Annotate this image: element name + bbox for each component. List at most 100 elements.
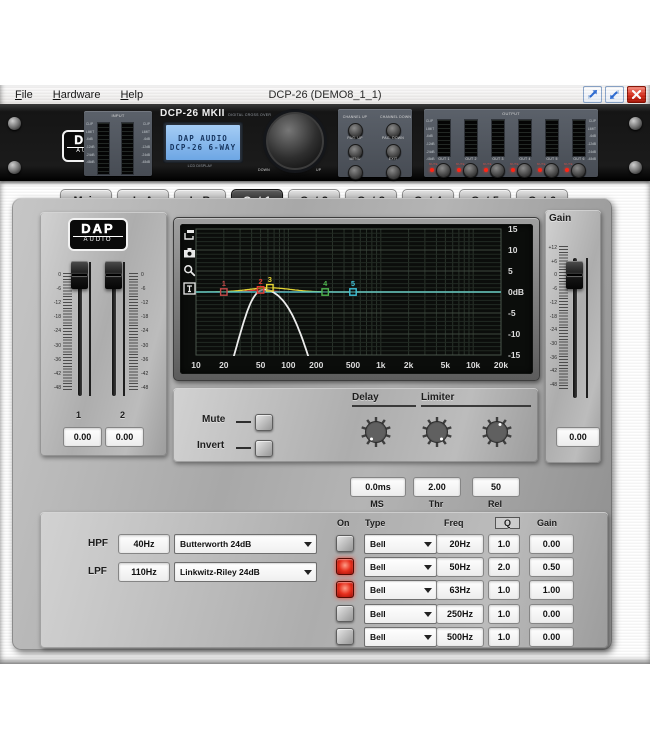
scale-label: +12 xyxy=(548,245,557,251)
eq-marker-2[interactable] xyxy=(256,286,265,294)
y-axis-label: -15 xyxy=(508,350,521,360)
eq-gain-value-1[interactable]: 0.00 xyxy=(529,534,574,554)
meter-scale-label: LIMIT xyxy=(587,126,596,131)
fader-1-handle[interactable] xyxy=(71,261,88,289)
scale-label: 0 xyxy=(141,272,144,278)
eq-type-dropdown-5[interactable]: Bell xyxy=(364,626,437,647)
mute-button[interactable] xyxy=(255,414,273,431)
invert-dash xyxy=(236,447,251,449)
y-axis-label: 10 xyxy=(508,245,518,255)
eq-header-gain: Gain xyxy=(537,518,558,528)
eq-marker-4[interactable] xyxy=(321,288,330,296)
x-axis-label: 500 xyxy=(346,360,360,370)
scale-label: -48 xyxy=(53,384,61,391)
fader-2-handle[interactable] xyxy=(105,261,122,289)
meter-scale-label: CLIP xyxy=(426,119,434,123)
layers-icon[interactable] xyxy=(183,228,196,241)
panel-dap-logo: DAP AUDIO xyxy=(68,218,128,251)
meter-scale-label: -12dB xyxy=(141,145,150,150)
meter-scale-label: -12dB xyxy=(86,145,95,150)
readout-ms-value[interactable]: 0.0ms xyxy=(350,477,406,497)
eq-gain-value-5[interactable]: 0.00 xyxy=(529,626,574,647)
eq-q-value-4[interactable]: 1.0 xyxy=(488,603,520,624)
gain-value[interactable]: 0.00 xyxy=(556,427,600,447)
magnifier-icon[interactable] xyxy=(183,264,196,277)
eq-type-dropdown-2[interactable]: Bell xyxy=(364,557,437,578)
scale-label: -12 xyxy=(549,299,557,306)
readout-thr-label: Thr xyxy=(428,499,444,509)
fader-2-ticks xyxy=(129,273,138,392)
x-axis-label: 5k xyxy=(441,360,451,370)
text-tool-icon[interactable] xyxy=(183,282,196,295)
eq-marker-1[interactable] xyxy=(219,288,228,296)
camera-icon[interactable] xyxy=(183,246,196,259)
limiter-threshold-knob[interactable] xyxy=(420,415,454,454)
invert-button[interactable] xyxy=(255,440,273,457)
rack-model: DCP-26 MKII DIGITAL CROSS OVER xyxy=(160,108,272,119)
hpf-freq-value[interactable]: 40Hz xyxy=(118,534,170,554)
eq-freq-value-5[interactable]: 500Hz xyxy=(436,626,484,647)
rack-buttons-section: CHANNEL UP CHANNEL DOWN PAG. UP PAG. DOWN ME… xyxy=(338,109,412,180)
output-mute-button-6 xyxy=(571,163,586,178)
eq-on-button-5[interactable] xyxy=(336,627,354,645)
eq-freq-value-2[interactable]: 50Hz xyxy=(436,557,484,578)
eq-type-dropdown-4[interactable]: Bell xyxy=(364,603,437,624)
lpf-label: LPF xyxy=(88,566,107,577)
eq-q-value-3[interactable]: 1.0 xyxy=(488,580,520,601)
scale-label: -42 xyxy=(53,370,61,377)
rack-jog-knob xyxy=(266,112,324,170)
scale-label: -18 xyxy=(53,314,61,321)
readout-thr-value[interactable]: 2.00 xyxy=(413,477,461,497)
eq-on-button-4[interactable] xyxy=(336,604,354,622)
scale-label: -24 xyxy=(549,327,557,334)
eq-gain-value-2[interactable]: 0.50 xyxy=(529,557,574,578)
eq-freq-value-1[interactable]: 20Hz xyxy=(436,534,484,554)
scale-label: -30 xyxy=(141,342,149,349)
graph-frame: 1 2 3 4 5 15 10 5 0dB -5 -10 -15 10 20 50 100 200 500 1k 2k… xyxy=(173,217,540,381)
gain-fader-rail xyxy=(586,258,588,398)
eq-on-button-2[interactable] xyxy=(336,558,354,576)
limiter-underline xyxy=(421,405,531,407)
scale-label: -24 xyxy=(141,328,149,335)
x-axis-label: 20 xyxy=(219,360,229,370)
meter-scale-label: -12dB xyxy=(587,142,596,147)
readout-rel-label: Rel xyxy=(487,499,502,509)
rack-screw xyxy=(629,161,642,174)
readout-rel-value[interactable]: 50 xyxy=(472,477,520,497)
lpf-type-dropdown[interactable]: Linkwitz-Riley 24dB xyxy=(174,562,317,582)
delay-knob[interactable] xyxy=(359,415,393,454)
eq-gain-value-3[interactable]: 1.00 xyxy=(529,580,574,601)
eq-type-dropdown-1[interactable]: Bell xyxy=(364,534,437,554)
channel-2-gain-value[interactable]: 0.00 xyxy=(105,427,144,447)
eq-on-button-1[interactable] xyxy=(336,535,354,552)
hpf-type-dropdown[interactable]: Butterworth 24dB xyxy=(174,534,317,554)
output-mute-led xyxy=(538,168,542,172)
eq-marker-5[interactable] xyxy=(349,288,357,296)
scale-label: -6 xyxy=(56,286,61,293)
eq-freq-value-3[interactable]: 63Hz xyxy=(436,580,484,601)
gain-fader-handle[interactable] xyxy=(566,261,583,289)
scale-label: -6 xyxy=(552,286,557,293)
frequency-response-graph[interactable]: 1 2 3 4 5 15 10 5 0dB -5 -10 -15 10 20 50 100 200 500 1k 2k… xyxy=(180,224,533,374)
eq-freq-value-4[interactable]: 250Hz xyxy=(436,603,484,624)
eq-q-value-2[interactable]: 2.0 xyxy=(488,557,520,578)
lpf-freq-value[interactable]: 110Hz xyxy=(118,562,170,582)
delay-label: Delay xyxy=(352,392,379,403)
eq-marker-3[interactable] xyxy=(265,283,274,292)
scale-label: -36 xyxy=(53,356,61,363)
eq-type-dropdown-3[interactable]: Bell xyxy=(364,580,437,601)
y-axis-label: 15 xyxy=(508,224,518,234)
y-axis-label: -5 xyxy=(508,308,516,318)
eq-q-value-1[interactable]: 1.0 xyxy=(488,534,520,554)
meter-scale-label: -48dB xyxy=(141,160,150,165)
eq-gain-value-4[interactable]: 0.00 xyxy=(529,603,574,624)
x-axis-label: 10k xyxy=(466,360,480,370)
eq-q-value-5[interactable]: 1.0 xyxy=(488,626,520,647)
eq-on-button-3[interactable] xyxy=(336,581,354,599)
output-meter-5 xyxy=(545,119,559,157)
channel-1-gain-value[interactable]: 0.00 xyxy=(63,427,102,447)
output-mute-led xyxy=(565,168,569,172)
limiter-release-knob[interactable] xyxy=(480,415,514,454)
output-mute-button-4 xyxy=(517,163,532,178)
rack-screw xyxy=(8,117,21,130)
